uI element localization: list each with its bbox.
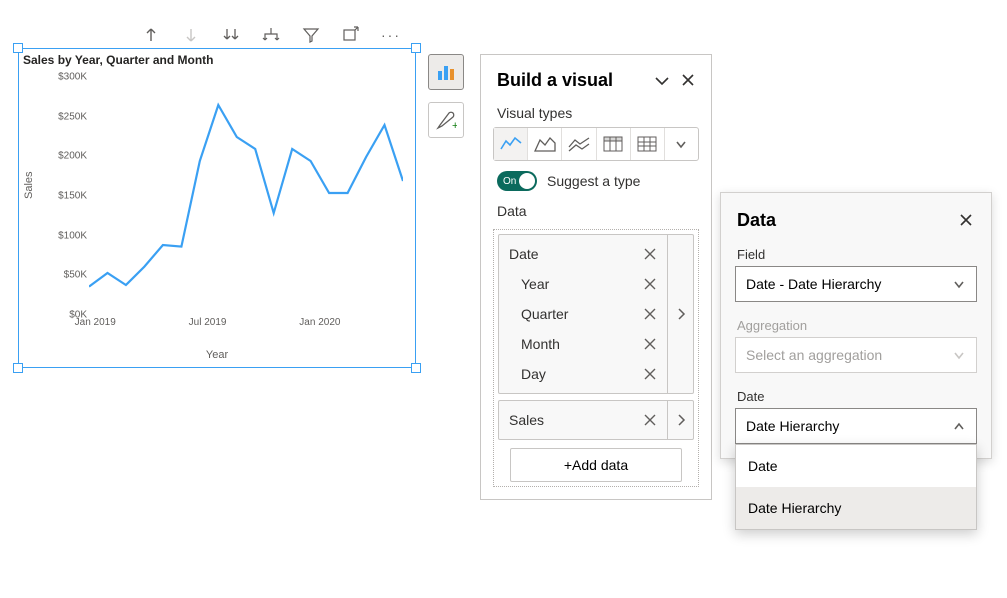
date-select-value: Date Hierarchy (746, 418, 952, 434)
x-axis-label: Year (19, 349, 415, 361)
y-tick: $150K (47, 191, 87, 202)
y-tick: $300K (47, 72, 87, 83)
x-axis-ticks: Jan 2019 Jul 2019 Jan 2020 (89, 317, 401, 331)
chart-toolbar: ··· (140, 24, 402, 46)
field-year-row: Year (499, 269, 667, 299)
field-label: Field (721, 241, 991, 266)
field-name: Sales (509, 412, 641, 428)
format-visual-tab-button[interactable]: + (428, 102, 464, 138)
drill-up-icon[interactable] (140, 24, 162, 46)
selection-handle[interactable] (13, 43, 23, 53)
build-panel-header: Build a visual (481, 55, 711, 101)
data-fields-block: Date Year Quarter Month Day (493, 229, 699, 487)
filter-icon[interactable] (300, 24, 322, 46)
chart-visual[interactable]: Sales by Year, Quarter and Month Sales Y… (18, 48, 416, 368)
remove-field-icon[interactable] (641, 335, 659, 353)
collapse-icon[interactable] (651, 69, 673, 91)
aggregation-label: Aggregation (721, 312, 991, 337)
close-icon[interactable] (955, 209, 977, 231)
y-axis-ticks: $300K $250K $200K $150K $100K $50K $0K (47, 77, 87, 315)
aggregation-placeholder: Select an aggregation (746, 347, 952, 363)
toggle-label: On (503, 176, 516, 187)
field-select[interactable]: Date - Date Hierarchy (735, 266, 977, 302)
build-visual-tab-button[interactable] (428, 54, 464, 90)
field-name: Date (509, 246, 641, 262)
field-options-icon[interactable] (667, 235, 693, 393)
remove-field-icon[interactable] (641, 245, 659, 263)
y-tick: $50K (47, 270, 87, 281)
selection-handle[interactable] (411, 43, 421, 53)
chart-title: Sales by Year, Quarter and Month (23, 53, 214, 67)
selection-handle[interactable] (13, 363, 23, 373)
y-axis-label: Sales (23, 171, 35, 199)
field-name: Month (521, 336, 641, 352)
date-select-wrap: Date Hierarchy Date Date Hierarchy (735, 408, 977, 444)
visual-type-multiline-icon[interactable] (562, 128, 596, 160)
build-panel-title: Build a visual (497, 70, 647, 91)
more-options-icon[interactable]: ··· (380, 24, 402, 46)
visual-types-row (493, 127, 699, 161)
expand-hierarchy-icon[interactable] (260, 24, 282, 46)
line-chart-svg (89, 77, 403, 317)
field-name: Year (521, 276, 641, 292)
field-options-icon[interactable] (667, 401, 693, 439)
build-visual-panel: Build a visual Visual types On Suggest a (480, 54, 712, 500)
field-day-row: Day (499, 359, 667, 389)
field-sales-row: Sales (499, 405, 667, 435)
data-panel-title: Data (737, 210, 955, 231)
y-tick: $250K (47, 111, 87, 122)
date-select-menu: Date Date Hierarchy (735, 444, 977, 530)
chevron-down-icon (952, 277, 966, 291)
visual-type-table-icon[interactable] (597, 128, 631, 160)
expand-down-double-icon[interactable] (220, 24, 242, 46)
x-tick: Jan 2020 (299, 317, 340, 328)
visual-type-line-icon[interactable] (494, 128, 528, 160)
suggest-type-label: Suggest a type (547, 173, 640, 189)
field-name: Quarter (521, 306, 641, 322)
sales-field-card[interactable]: Sales (498, 400, 694, 440)
suggest-type-toggle[interactable]: On (497, 171, 537, 191)
date-select[interactable]: Date Hierarchy (735, 408, 977, 444)
visual-type-area-icon[interactable] (528, 128, 562, 160)
field-month-row: Month (499, 329, 667, 359)
x-tick: Jul 2019 (189, 317, 227, 328)
visual-type-more-icon[interactable] (665, 128, 698, 160)
data-section-label: Data (481, 199, 711, 225)
svg-text:+: + (452, 120, 457, 131)
remove-field-icon[interactable] (641, 411, 659, 429)
field-select-value: Date - Date Hierarchy (746, 276, 952, 292)
data-panel-header: Data (721, 193, 991, 241)
field-quarter-row: Quarter (499, 299, 667, 329)
date-label: Date (721, 383, 991, 408)
add-data-button[interactable]: +Add data (510, 448, 682, 482)
chevron-down-icon (952, 348, 966, 362)
y-tick: $100K (47, 230, 87, 241)
visual-type-matrix-icon[interactable] (631, 128, 665, 160)
menu-item-label: Date (748, 458, 778, 474)
visual-types-label: Visual types (481, 101, 711, 127)
remove-field-icon[interactable] (641, 305, 659, 323)
visual-pane-tabs: + (428, 54, 464, 138)
x-tick: Jan 2019 (75, 317, 116, 328)
data-flyout-panel: Data Field Date - Date Hierarchy Aggrega… (720, 192, 992, 459)
aggregation-select: Select an aggregation (735, 337, 977, 373)
date-field-card[interactable]: Date Year Quarter Month Day (498, 234, 694, 394)
chevron-up-icon (952, 419, 966, 433)
remove-field-icon[interactable] (641, 275, 659, 293)
remove-field-icon[interactable] (641, 365, 659, 383)
suggest-type-row: On Suggest a type (481, 161, 711, 199)
field-name: Day (521, 366, 641, 382)
add-data-label: +Add data (564, 457, 628, 473)
menu-item-date-hierarchy[interactable]: Date Hierarchy (736, 487, 976, 529)
y-tick: $200K (47, 151, 87, 162)
selection-handle[interactable] (411, 363, 421, 373)
menu-item-label: Date Hierarchy (748, 500, 841, 516)
menu-item-date[interactable]: Date (736, 445, 976, 487)
field-date-row: Date (499, 239, 667, 269)
close-icon[interactable] (677, 69, 699, 91)
focus-mode-icon[interactable] (340, 24, 362, 46)
drill-down-icon[interactable] (180, 24, 202, 46)
